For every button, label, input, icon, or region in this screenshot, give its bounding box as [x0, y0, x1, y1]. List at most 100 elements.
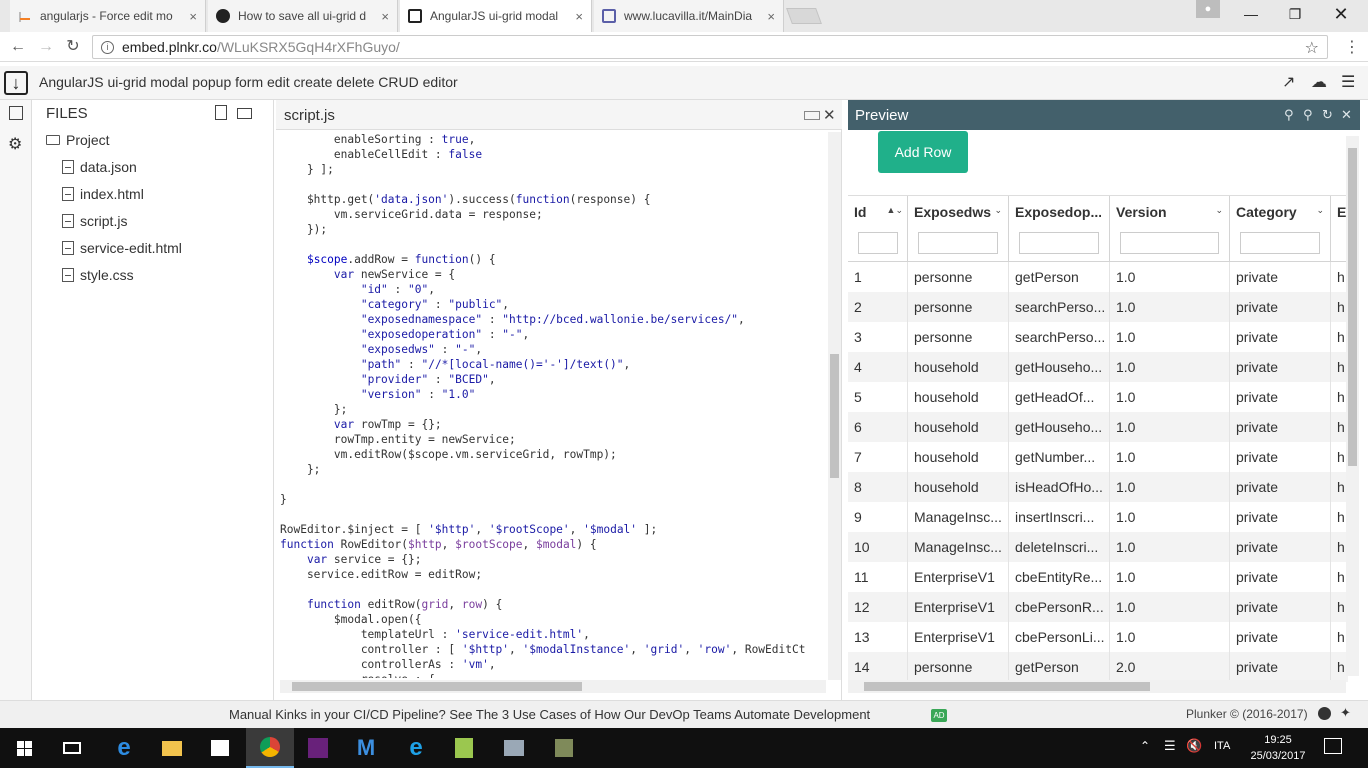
table-cell[interactable]: 1.0 [1110, 622, 1230, 652]
table-cell[interactable]: private [1230, 532, 1331, 562]
table-cell[interactable]: getHeadOf... [1009, 382, 1110, 412]
table-cell[interactable]: 14 [848, 652, 908, 682]
browser-tab[interactable]: How to save all ui-grid d × [208, 0, 398, 32]
table-cell[interactable]: personne [908, 322, 1009, 352]
table-cell[interactable]: 6 [848, 412, 908, 442]
filter-input-exposedop[interactable] [1019, 232, 1099, 254]
table-cell[interactable]: 1.0 [1110, 352, 1230, 382]
table-cell[interactable]: insertInscri... [1009, 502, 1110, 532]
notepad-plus-icon[interactable] [440, 728, 488, 768]
tray-chevron-up-icon[interactable]: ⌃ [1140, 739, 1150, 753]
table-cell[interactable]: household [908, 412, 1009, 442]
table-row[interactable]: 4 household getHouseho... 1.0 private h [848, 352, 1348, 382]
new-folder-icon[interactable] [237, 108, 252, 119]
chevron-down-icon[interactable]: ⌄ [1215, 205, 1223, 216]
bookmark-star-icon[interactable]: ☆ [1305, 38, 1319, 58]
preview-horizontal-scrollbar[interactable] [848, 680, 1346, 693]
filter-input-exposedws[interactable] [918, 232, 998, 254]
table-row[interactable]: 2 personne searchPerso... 1.0 private h [848, 292, 1348, 322]
table-cell[interactable]: private [1230, 382, 1331, 412]
internet-explorer-icon[interactable]: e [392, 728, 440, 768]
sort-asc-chevron-down-icon[interactable]: ▲⌄ [887, 205, 903, 216]
tools-icon[interactable] [540, 728, 588, 768]
table-cell[interactable]: private [1230, 322, 1331, 352]
table-cell[interactable]: 1.0 [1110, 412, 1230, 442]
table-cell[interactable]: private [1230, 652, 1331, 682]
browser-tab-active[interactable]: AngularJS ui-grid modal × [400, 0, 592, 32]
table-cell[interactable]: getHouseho... [1009, 352, 1110, 382]
table-cell[interactable]: 1.0 [1110, 532, 1230, 562]
twitter-icon[interactable]: ✦ [1340, 705, 1351, 721]
zoom-in-icon[interactable]: ⚲ [1303, 107, 1313, 123]
open-external-icon[interactable]: ↗ [1282, 72, 1295, 92]
table-cell[interactable]: 5 [848, 382, 908, 412]
plunker-logo-icon[interactable]: ↓ [4, 71, 28, 95]
scrollbar-thumb[interactable] [292, 682, 582, 691]
wifi-icon[interactable]: ☰ [1164, 738, 1176, 754]
table-cell[interactable]: 1.0 [1110, 562, 1230, 592]
store-icon[interactable] [196, 728, 244, 768]
table-cell[interactable]: cbeEntityRe... [1009, 562, 1110, 592]
table-cell[interactable]: 1.0 [1110, 592, 1230, 622]
windows-start-icon[interactable] [0, 728, 48, 768]
table-cell[interactable]: getNumber... [1009, 442, 1110, 472]
table-cell[interactable]: searchPerso... [1009, 292, 1110, 322]
close-window-icon[interactable]: ✕ [1318, 0, 1364, 28]
table-cell[interactable]: 1.0 [1110, 322, 1230, 352]
app-m-icon[interactable]: M [342, 728, 390, 768]
chrome-icon[interactable] [246, 728, 294, 768]
add-row-button[interactable]: Add Row [878, 131, 968, 173]
table-row[interactable]: 3 personne searchPerso... 1.0 private h [848, 322, 1348, 352]
volume-muted-icon[interactable]: 🔇 [1186, 738, 1202, 754]
table-row[interactable]: 14 personne getPerson 2.0 private h [848, 652, 1348, 682]
close-tab-icon[interactable]: × [381, 9, 389, 24]
table-cell[interactable]: getHouseho... [1009, 412, 1110, 442]
chevron-down-icon[interactable]: ⌄ [994, 205, 1002, 216]
settings-gear-icon[interactable]: ⚙ [8, 134, 22, 154]
table-cell[interactable]: cbePersonR... [1009, 592, 1110, 622]
preview-vertical-scrollbar[interactable] [1346, 136, 1359, 676]
file-explorer-icon[interactable] [148, 728, 196, 768]
table-cell[interactable]: private [1230, 622, 1331, 652]
table-row[interactable]: 11 EnterpriseV1 cbeEntityRe... 1.0 private h [848, 562, 1348, 592]
visual-studio-icon[interactable] [294, 728, 342, 768]
column-header-version[interactable]: Version ⌄ [1110, 196, 1230, 262]
table-cell[interactable]: 11 [848, 562, 908, 592]
editor-vertical-scrollbar[interactable] [828, 132, 841, 680]
new-file-icon[interactable] [215, 105, 227, 120]
scrollbar-thumb[interactable] [864, 682, 1150, 691]
minimize-icon[interactable]: — [1228, 0, 1274, 28]
table-cell[interactable]: 7 [848, 442, 908, 472]
scrollbar-thumb[interactable] [1348, 148, 1357, 466]
table-cell[interactable]: 1.0 [1110, 502, 1230, 532]
hamburger-menu-icon[interactable]: ☰ [1341, 72, 1355, 92]
keyboard-icon[interactable] [804, 111, 820, 120]
zoom-out-icon[interactable]: ⚲ [1284, 107, 1294, 123]
cloud-download-icon[interactable]: ☁ [1311, 72, 1327, 92]
ad-link[interactable]: Manual Kinks in your CI/CD Pipeline? See… [229, 707, 870, 722]
column-header-id[interactable]: Id ▲⌄ [848, 196, 908, 262]
table-cell[interactable]: 12 [848, 592, 908, 622]
table-cell[interactable]: ManageInsc... [908, 532, 1009, 562]
task-view-icon[interactable] [48, 728, 96, 768]
table-cell[interactable]: household [908, 352, 1009, 382]
table-cell[interactable]: EnterpriseV1 [908, 592, 1009, 622]
table-cell[interactable]: household [908, 472, 1009, 502]
filter-input-version[interactable] [1120, 232, 1219, 254]
table-cell[interactable]: 8 [848, 472, 908, 502]
table-row[interactable]: 10 ManageInsc... deleteInscri... 1.0 private… [848, 532, 1348, 562]
info-icon[interactable]: i [101, 40, 114, 54]
table-cell[interactable]: 1 [848, 262, 908, 292]
file-item[interactable]: service-edit.html [62, 240, 182, 256]
table-cell[interactable]: 1.0 [1110, 442, 1230, 472]
edge-icon[interactable]: e [100, 728, 148, 768]
close-tab-icon[interactable]: × [575, 9, 583, 24]
action-center-icon[interactable] [1324, 738, 1342, 754]
table-cell[interactable]: household [908, 382, 1009, 412]
table-cell[interactable]: 3 [848, 322, 908, 352]
table-cell[interactable]: 1.0 [1110, 292, 1230, 322]
close-tab-icon[interactable]: × [189, 9, 197, 24]
table-cell[interactable]: 9 [848, 502, 908, 532]
table-cell[interactable]: 1.0 [1110, 472, 1230, 502]
table-cell[interactable]: private [1230, 262, 1331, 292]
